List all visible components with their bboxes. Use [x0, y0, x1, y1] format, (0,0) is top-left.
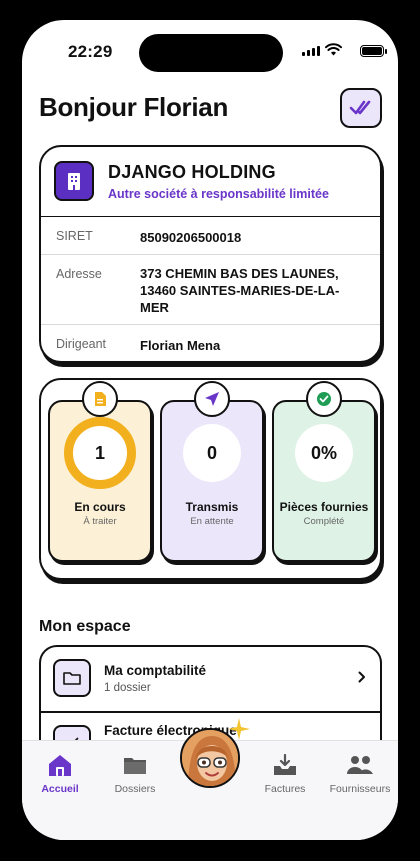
company-card: DJANGO HOLDING Autre société à responsab… — [39, 145, 382, 363]
battery-icon — [360, 45, 387, 57]
home-icon — [25, 750, 95, 780]
stat-label: Pièces fournies — [279, 500, 369, 514]
wifi-icon — [325, 43, 342, 56]
section-title: Mon espace — [39, 618, 131, 635]
folder-icon — [100, 750, 170, 780]
signal-icon — [302, 46, 320, 56]
tab-label: Dossiers — [114, 783, 156, 795]
company-name: DJANGO HOLDING — [108, 162, 276, 182]
folder-icon — [53, 659, 91, 697]
info-label: Adresse — [56, 267, 102, 281]
app-screen: 22:29 Bonjour Florian DJANGO HOLDING Aut… — [22, 20, 398, 840]
info-row-address: Adresse 373 CHEMIN BAS DES LAUNES, 13460… — [41, 255, 380, 325]
tab-label: Factures — [264, 783, 306, 795]
info-value: 373 CHEMIN BAS DES LAUNES, 13460 SAINTES… — [140, 266, 340, 315]
document-icon — [82, 381, 118, 417]
company-header: DJANGO HOLDING Autre société à responsab… — [41, 147, 380, 217]
stat-pieces-fournies[interactable]: 0% Pièces fournies Complété — [272, 381, 376, 562]
stat-sub: En attente — [190, 516, 234, 527]
tab-fournisseurs[interactable]: Fournisseurs — [325, 741, 395, 795]
building-icon — [54, 161, 94, 201]
double-check-icon — [349, 100, 371, 115]
stat-value: 1 — [64, 417, 136, 489]
sparkle-icon — [228, 718, 250, 740]
status-bar: 22:29 — [22, 20, 398, 82]
tab-accueil[interactable]: Accueil — [25, 741, 95, 795]
chevron-right-icon — [358, 671, 365, 683]
tab-label: Fournisseurs — [329, 783, 391, 795]
info-label: SIRET — [56, 229, 93, 243]
tab-label: Accueil — [41, 783, 79, 795]
stat-value: 0% — [295, 424, 353, 482]
tab-factures[interactable]: Factures — [250, 741, 320, 795]
dynamic-island — [139, 34, 283, 72]
status-time: 22:29 — [68, 42, 113, 61]
stat-label: Transmis — [185, 500, 239, 514]
stat-transmis[interactable]: 0 Transmis En attente — [160, 381, 264, 562]
info-label: Dirigeant — [56, 337, 107, 351]
stat-sub: À traiter — [83, 516, 117, 527]
list-item-title: Ma comptabilité — [104, 663, 207, 678]
stat-value: 0 — [183, 424, 241, 482]
tab-dossiers[interactable]: Dossiers — [100, 741, 170, 795]
inbox-download-icon — [250, 750, 320, 780]
phone-frame: 22:29 Bonjour Florian DJANGO HOLDING Aut… — [0, 0, 420, 861]
list-item-comptabilite[interactable]: Ma comptabilité 1 dossier — [41, 647, 380, 713]
info-row-siret: SIRET 85090206500018 — [41, 217, 380, 255]
stat-label: En cours — [74, 500, 126, 514]
send-icon — [194, 381, 230, 417]
info-row-director: Dirigeant Florian Mena — [41, 325, 380, 361]
stats-card: 1 En cours À traiter 0 Transmis En atten… — [39, 378, 382, 580]
users-icon — [325, 750, 395, 780]
stat-en-cours[interactable]: 1 En cours À traiter — [48, 381, 152, 562]
page-title: Bonjour Florian — [39, 92, 229, 122]
list-item-sub: 1 dossier — [104, 682, 151, 694]
check-circle-icon — [306, 381, 342, 417]
info-value: Florian Mena — [140, 338, 221, 353]
info-value: 85090206500018 — [140, 230, 242, 245]
stat-sub: Complété — [303, 516, 345, 527]
double-check-button[interactable] — [340, 88, 382, 128]
company-type: Autre société à responsabilité limitée — [108, 187, 329, 201]
